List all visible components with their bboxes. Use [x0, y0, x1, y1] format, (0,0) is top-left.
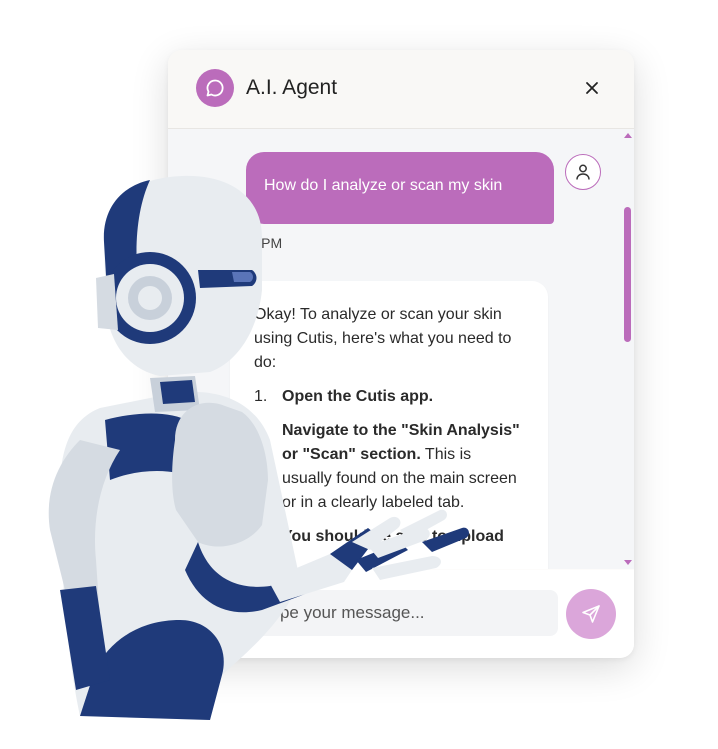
send-button[interactable] — [566, 589, 616, 639]
send-icon — [582, 605, 600, 623]
chat-header: A.I. Agent — [168, 50, 634, 129]
close-icon — [586, 82, 598, 94]
scrollbar[interactable] — [622, 129, 634, 569]
scroll-down-arrow-icon[interactable] — [624, 560, 632, 565]
robot-head — [96, 175, 263, 376]
chat-bubble-icon — [196, 69, 234, 107]
robot-body — [59, 376, 469, 720]
scroll-up-arrow-icon[interactable] — [624, 133, 632, 138]
chat-title: A.I. Agent — [246, 76, 338, 99]
scrollbar-thumb[interactable] — [624, 207, 631, 342]
close-button[interactable] — [580, 76, 604, 100]
user-icon — [565, 154, 601, 190]
robot-illustration — [48, 175, 469, 720]
